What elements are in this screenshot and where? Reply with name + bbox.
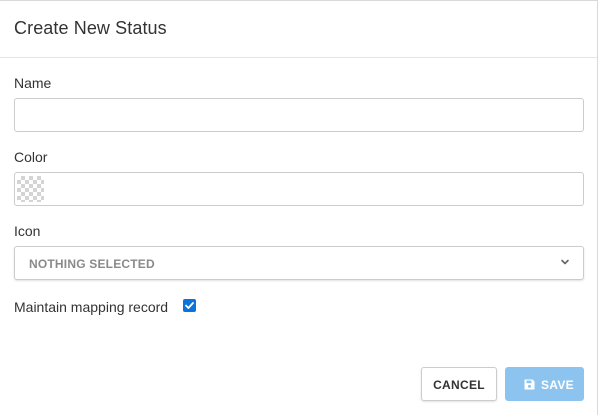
create-status-dialog: Create New Status Name Color Icon NOTHIN… <box>0 0 598 415</box>
cancel-button-label: CANCEL <box>433 378 485 392</box>
color-label: Color <box>14 149 48 165</box>
save-button[interactable]: SAVE <box>505 367 584 401</box>
save-button-label: SAVE <box>541 378 574 392</box>
icon-label: Icon <box>14 223 41 239</box>
chevron-down-icon <box>561 259 569 265</box>
icon-select[interactable]: NOTHING SELECTED <box>14 246 584 280</box>
cancel-button[interactable]: CANCEL <box>421 367 497 401</box>
icon-select-value: NOTHING SELECTED <box>29 257 155 271</box>
name-input[interactable] <box>14 98 584 132</box>
checkmark-icon <box>185 302 194 309</box>
maintain-mapping-label: Maintain mapping record <box>14 299 169 315</box>
dialog-header: Create New Status <box>0 1 597 58</box>
dialog-title: Create New Status <box>14 18 167 38</box>
floppy-disk-icon <box>524 379 535 390</box>
color-input[interactable] <box>14 172 584 206</box>
color-swatch[interactable] <box>17 176 44 202</box>
maintain-mapping-checkbox[interactable] <box>183 299 196 312</box>
name-label: Name <box>14 75 52 91</box>
